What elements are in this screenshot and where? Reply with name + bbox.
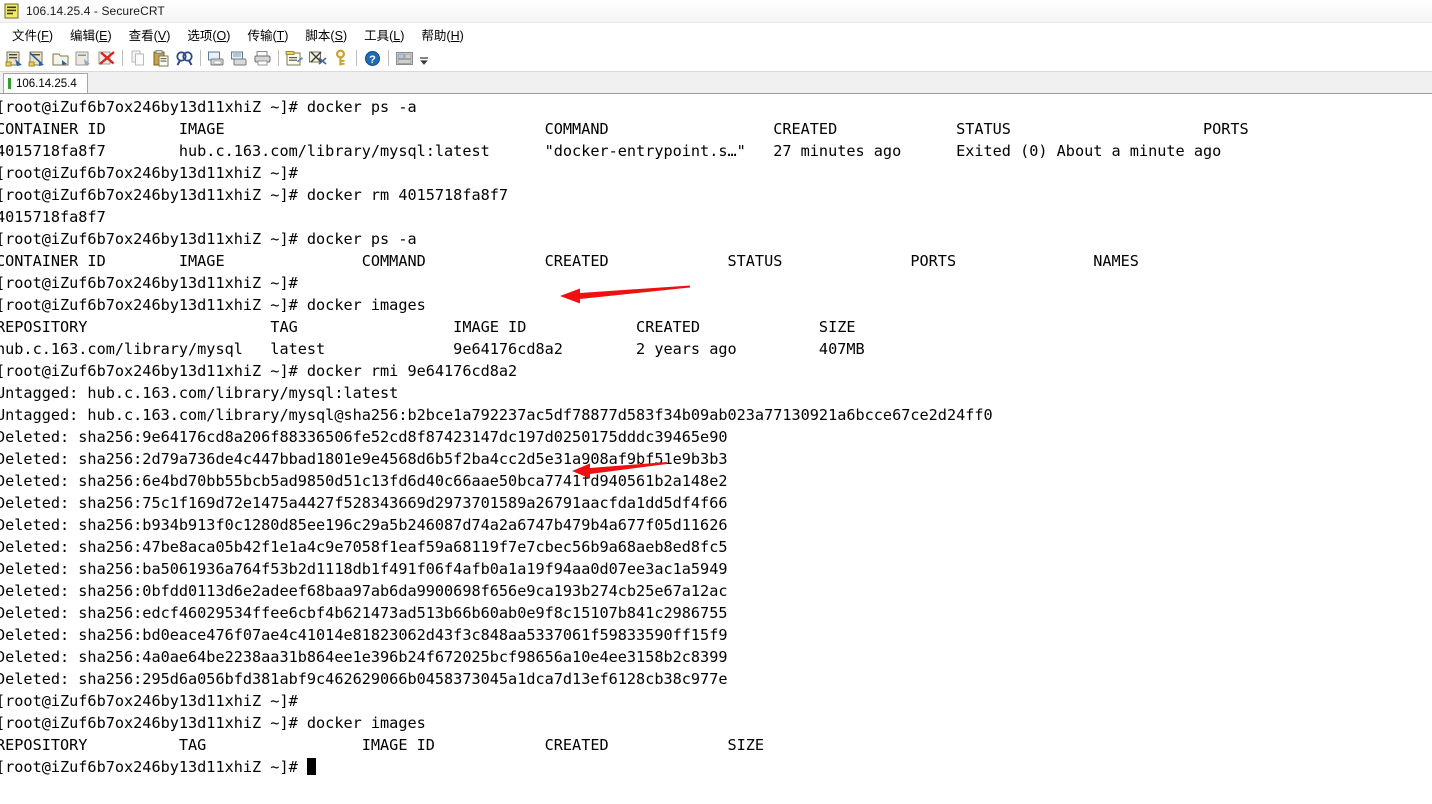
terminal-line: [root@iZuf6b7ox246by13d11xhiZ ~]# — [0, 756, 1432, 778]
find-icon[interactable] — [174, 48, 195, 69]
terminal-line: Deleted: sha256:2d79a736de4c447bbad1801e… — [0, 450, 728, 468]
menu-view-post: ) — [166, 28, 171, 43]
menu-script[interactable]: 脚本(S) — [297, 23, 356, 46]
menubar: 文件(F) 编辑(E) 查看(V) 选项(O) 传输(T) 脚本(S) 工具(L… — [0, 23, 1432, 45]
menu-help-pre: 帮助( — [421, 28, 451, 43]
menu-tools-post: ) — [400, 28, 405, 43]
toolbar: ? — [0, 45, 1432, 72]
terminal-line: Untagged: hub.c.163.com/library/mysql:la… — [0, 384, 399, 402]
menu-edit-post: ) — [107, 28, 112, 43]
menu-script-pre: 脚本( — [305, 28, 335, 43]
terminal-line: [root@iZuf6b7ox246by13d11xhiZ ~]# docker… — [0, 230, 417, 248]
menu-view-mnemonic: V — [157, 28, 167, 43]
menu-transfer-pre: 传输( — [247, 28, 277, 43]
menu-transfer[interactable]: 传输(T) — [239, 23, 297, 46]
toolbar-separator-4 — [356, 50, 357, 66]
menu-view-pre: 查看( — [128, 28, 158, 43]
toolbar-separator-2 — [200, 50, 201, 66]
terminal-line: Deleted: sha256:47be8aca05b42f1e1a4c9e70… — [0, 538, 728, 556]
terminal-line: REPOSITORY TAG IMAGE ID CREATED SIZE — [0, 736, 765, 754]
terminal-line: Deleted: sha256:0bfdd0113d6e2adeef68baa9… — [0, 582, 728, 600]
securecrt-app-icon — [4, 3, 20, 19]
copy-icon[interactable] — [128, 48, 149, 69]
menu-help[interactable]: 帮助(H) — [413, 23, 472, 46]
svg-text:?: ? — [369, 54, 376, 66]
menu-script-post: ) — [342, 28, 348, 43]
log-session-icon[interactable] — [229, 48, 250, 69]
terminal-output-pane[interactable]: [root@iZuf6b7ox246by13d11xhiZ ~]# docker… — [0, 94, 1432, 804]
terminal-line: Deleted: sha256:75c1f169d72e1475a4427f52… — [0, 494, 728, 512]
tab-connected-status-icon — [8, 78, 11, 89]
print-icon[interactable] — [252, 48, 273, 69]
menu-edit[interactable]: 编辑(E) — [62, 23, 121, 46]
tab-session-106-14-25-4[interactable]: 106.14.25.4 — [3, 73, 88, 93]
menu-options-post: ) — [226, 28, 231, 43]
terminal-line: 4015718fa8f7 — [0, 208, 106, 226]
block-cursor — [306, 758, 316, 775]
terminal-line: CONTAINER ID IMAGE COMMAND CREATED STATU… — [0, 120, 1249, 138]
menu-help-mnemonic: H — [450, 28, 460, 43]
menu-options-mnemonic: O — [216, 28, 227, 43]
terminal-line: [root@iZuf6b7ox246by13d11xhiZ ~]# — [0, 692, 307, 710]
reconnect-icon[interactable] — [73, 48, 94, 69]
menu-options[interactable]: 选项(O) — [179, 23, 239, 46]
session-tabstrip: 106.14.25.4 — [0, 72, 1432, 94]
menu-file-post: ) — [48, 28, 53, 43]
menu-file-mnemonic: F — [41, 28, 49, 43]
menu-file[interactable]: 文件(F) — [4, 23, 62, 46]
terminal-line: [root@iZuf6b7ox246by13d11xhiZ ~]# — [0, 164, 307, 182]
menu-transfer-post: ) — [284, 28, 289, 43]
terminal-line: hub.c.163.com/library/mysql latest 9e641… — [0, 340, 865, 358]
menu-edit-pre: 编辑( — [69, 28, 100, 43]
terminal-line: Deleted: sha256:9e64176cd8a206f88336506f… — [0, 428, 728, 446]
disconnect-icon[interactable] — [96, 48, 117, 69]
paste-icon[interactable] — [151, 48, 172, 69]
menu-tools[interactable]: 工具(L) — [356, 23, 413, 46]
terminal-line: Deleted: sha256:bd0eace476f07ae4c41014e8… — [0, 626, 728, 644]
terminal-line: 4015718fa8f7 hub.c.163.com/library/mysql… — [0, 142, 1222, 160]
terminal-line: [root@iZuf6b7ox246by13d11xhiZ ~]# docker… — [0, 98, 417, 116]
session-options-icon[interactable] — [284, 48, 305, 69]
terminal-line: [root@iZuf6b7ox246by13d11xhiZ ~]# docker… — [0, 296, 426, 314]
menu-tools-pre: 工具( — [364, 28, 394, 43]
toolbar-separator-5 — [388, 50, 389, 66]
toolbar-overflow-chevron-icon[interactable] — [418, 48, 430, 69]
arrange-windows-icon[interactable] — [394, 48, 415, 69]
terminal-line: [root@iZuf6b7ox246by13d11xhiZ ~]# — [0, 274, 307, 292]
toolbar-separator-1 — [122, 50, 123, 66]
window-titlebar: 106.14.25.4 - SecureCRT — [0, 0, 1432, 23]
terminal-line: Deleted: sha256:b934b913f0c1280d85ee196c… — [0, 516, 728, 534]
new-session-icon[interactable] — [4, 48, 25, 69]
terminal-line: Deleted: sha256:295d6a056bfd381abf9c4626… — [0, 670, 728, 688]
menu-script-mnemonic: S — [334, 28, 343, 43]
menu-options-pre: 选项( — [187, 28, 217, 43]
menu-view[interactable]: 查看(V) — [121, 23, 180, 46]
session-settings-icon[interactable] — [307, 48, 328, 69]
menu-edit-mnemonic: E — [99, 28, 108, 43]
terminal-line: [root@iZuf6b7ox246by13d11xhiZ ~]# docker… — [0, 186, 509, 204]
help-icon[interactable]: ? — [362, 48, 383, 69]
print-screen-icon[interactable] — [206, 48, 227, 69]
tab-label: 106.14.25.4 — [16, 77, 77, 90]
terminal-line: Deleted: sha256:ba5061936a764f53b2d1118d… — [0, 560, 728, 578]
terminal-line: Deleted: sha256:edcf46029534ffee6cbf4b62… — [0, 604, 728, 622]
terminal-line: REPOSITORY TAG IMAGE ID CREATED SIZE — [0, 318, 856, 336]
toolbar-separator-3 — [278, 50, 279, 66]
terminal-line: Deleted: sha256:4a0ae64be2238aa31b864ee1… — [0, 648, 728, 666]
key-icon[interactable] — [330, 48, 351, 69]
connect-sftp-icon[interactable] — [27, 48, 48, 69]
menu-file-pre: 文件( — [12, 28, 42, 43]
terminal-lines: [root@iZuf6b7ox246by13d11xhiZ ~]# docker… — [0, 96, 1432, 778]
terminal-line: Untagged: hub.c.163.com/library/mysql@sh… — [0, 406, 993, 424]
terminal-line: Deleted: sha256:6e4bd70bb55bcb5ad9850d51… — [0, 472, 728, 490]
window-title: 106.14.25.4 - SecureCRT — [26, 4, 165, 18]
menu-help-post: ) — [459, 28, 464, 43]
terminal-line: [root@iZuf6b7ox246by13d11xhiZ ~]# docker… — [0, 714, 426, 732]
new-tab-icon[interactable] — [50, 48, 71, 69]
terminal-line: CONTAINER ID IMAGE COMMAND CREATED STATU… — [0, 252, 1139, 270]
terminal-line: [root@iZuf6b7ox246by13d11xhiZ ~]# docker… — [0, 362, 518, 380]
